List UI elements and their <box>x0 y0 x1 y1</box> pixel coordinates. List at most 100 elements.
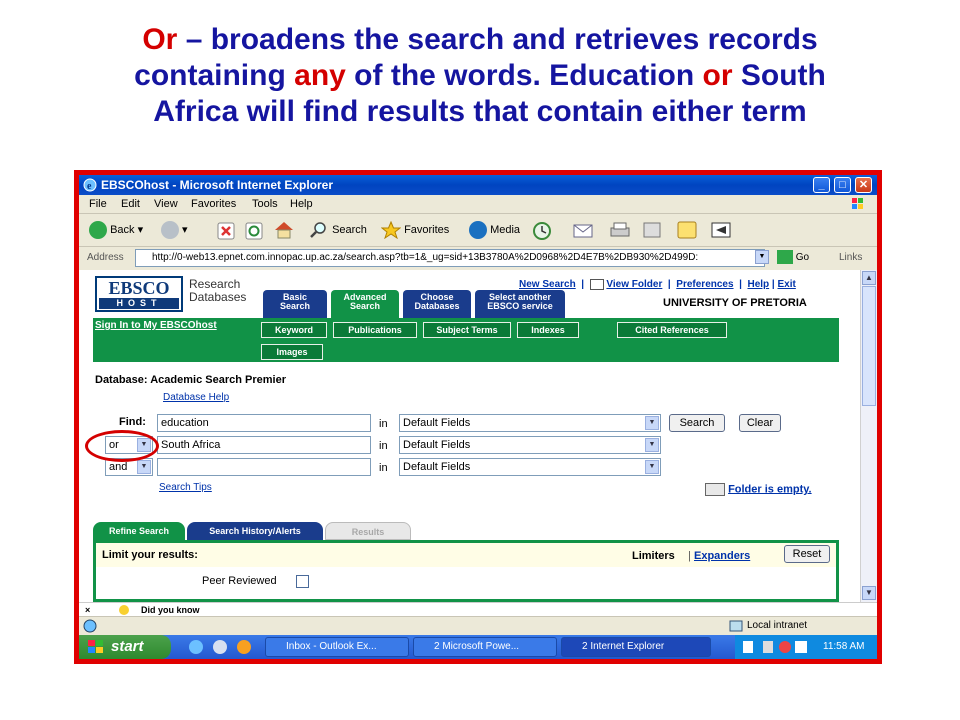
close-button[interactable]: ✕ <box>855 177 872 193</box>
signin-link[interactable]: Sign In to My EBSCOhost <box>95 320 217 331</box>
tab-basic-search[interactable]: Basic Search <box>263 290 327 318</box>
ebsco-logo[interactable]: EBSCO HOST <box>95 276 183 312</box>
status-bar: Local intranet <box>79 616 877 635</box>
tab-refine-search[interactable]: Refine Search <box>93 522 185 540</box>
field-select-1[interactable]: Default Fields ▼ <box>399 414 661 432</box>
menu-file[interactable]: File <box>89 195 107 213</box>
new-search-link[interactable]: New Search <box>519 279 576 290</box>
quicklaunch-media-icon[interactable] <box>237 640 251 654</box>
subtab-keyword[interactable]: Keyword <box>261 322 327 338</box>
tray-alert-icon[interactable] <box>779 641 791 653</box>
database-help-link[interactable]: Database Help <box>163 392 229 403</box>
stop-icon[interactable] <box>217 222 235 240</box>
forward-button[interactable]: ▾ <box>161 220 188 240</box>
scroll-down-icon[interactable]: ▼ <box>862 586 876 600</box>
view-folder-link[interactable]: View Folder <box>606 279 662 290</box>
subtab-publications[interactable]: Publications <box>333 322 417 338</box>
subtab-indexes[interactable]: Indexes <box>517 322 579 338</box>
tab-advanced-search[interactable]: Advanced Search <box>331 290 399 318</box>
field-select-2[interactable]: Default Fields ▼ <box>399 436 661 454</box>
search-term-1[interactable]: education <box>157 414 371 432</box>
home-icon[interactable] <box>273 220 295 240</box>
search-button[interactable]: Search <box>309 220 367 240</box>
back-button[interactable]: Back ▾ <box>89 220 143 240</box>
exit-link[interactable]: Exit <box>778 279 796 290</box>
menu-help[interactable]: Help <box>290 195 313 213</box>
task-outlook[interactable]: Inbox - Outlook Ex... <box>265 637 409 657</box>
subtab-subject-terms[interactable]: Subject Terms <box>423 322 511 338</box>
tab-choose-databases[interactable]: Choose Databases <box>403 290 471 318</box>
go-button[interactable]: Go <box>777 247 809 269</box>
dismiss-icon[interactable]: × <box>85 603 90 617</box>
tray-network-icon[interactable] <box>795 641 807 653</box>
refresh-icon[interactable] <box>245 222 263 240</box>
search-tips-link[interactable]: Search Tips <box>159 482 212 493</box>
quicklaunch-ie-icon[interactable] <box>189 640 203 654</box>
search-submit-button[interactable]: Search <box>669 414 725 432</box>
print-icon[interactable] <box>609 221 631 241</box>
favorites-button[interactable]: Favorites <box>380 220 449 240</box>
tab-search-history[interactable]: Search History/Alerts <box>187 522 323 540</box>
separator: | <box>688 550 691 562</box>
links-label[interactable]: Links <box>839 247 862 269</box>
preferences-link[interactable]: Preferences <box>676 279 733 290</box>
scroll-up-icon[interactable]: ▲ <box>862 271 876 285</box>
peer-reviewed-label: Peer Reviewed <box>202 575 277 587</box>
messenger-icon[interactable] <box>711 221 733 241</box>
reset-button[interactable]: Reset <box>784 545 830 563</box>
did-you-know-bar: × Did you know <box>79 602 877 617</box>
address-dropdown[interactable]: ▼ <box>755 250 769 264</box>
title-line2-c: South <box>732 59 826 92</box>
address-bar: Address http://0-web13.epnet.com.innopac… <box>79 247 877 269</box>
tab-select-service[interactable]: Select another EBSCO service <box>475 290 565 318</box>
edit-icon[interactable] <box>643 222 663 240</box>
folder-icon <box>589 279 604 290</box>
search-term-3[interactable] <box>157 458 371 476</box>
task-powerpoint[interactable]: 2 Microsoft Powe... <box>413 637 557 657</box>
taskbar: start Inbox - Outlook Ex... 2 Microsoft … <box>79 635 877 659</box>
back-arrow-icon <box>89 221 107 240</box>
discuss-icon[interactable] <box>677 221 699 241</box>
tab-advanced-l2: Search <box>349 301 381 311</box>
help-link[interactable]: Help <box>747 279 769 290</box>
minimize-button[interactable]: _ <box>813 177 830 193</box>
address-input[interactable]: http://0-web13.epnet.com.innopac.up.ac.z… <box>135 249 765 267</box>
menu-view[interactable]: View <box>154 195 178 213</box>
window-title: EBSCOhost - Microsoft Internet Explorer <box>101 178 334 192</box>
vertical-scrollbar[interactable]: ▲ ▼ <box>860 270 877 602</box>
field-select-3[interactable]: Default Fields ▼ <box>399 458 661 476</box>
menu-edit[interactable]: Edit <box>121 195 140 213</box>
task-ie-label: 2 Internet Explorer <box>582 641 665 652</box>
mail-icon[interactable] <box>573 222 599 240</box>
expanders-link[interactable]: Expanders <box>694 550 750 562</box>
clear-button[interactable]: Clear <box>739 414 781 432</box>
folder-icon <box>705 483 725 496</box>
history-icon[interactable] <box>531 221 553 241</box>
go-label: Go <box>795 252 810 263</box>
limits-panel: Limit your results: Limiters | Expanders… <box>93 540 839 602</box>
maximize-button[interactable]: □ <box>834 177 851 193</box>
top-links: New Search | View Folder | Preferences |… <box>519 279 796 291</box>
task-internet-explorer[interactable]: 2 Internet Explorer <box>561 637 711 657</box>
subtab-images[interactable]: Images <box>261 344 323 360</box>
start-button[interactable]: start <box>79 635 171 659</box>
media-button[interactable]: Media <box>469 220 520 240</box>
tray-help-icon[interactable] <box>743 641 753 653</box>
quicklaunch-outlook-icon[interactable] <box>213 640 227 654</box>
task-outlook-label: Inbox - Outlook Ex... <box>286 641 377 652</box>
search-term-2[interactable]: South Africa <box>157 436 371 454</box>
menu-favorites[interactable]: Favorites <box>191 195 236 213</box>
field-select-3-value: Default Fields <box>403 461 471 473</box>
logo-top-text: EBSCO <box>99 279 179 297</box>
folder-status[interactable]: Folder is empty. <box>705 483 812 496</box>
folder-empty-link: Folder is empty. <box>728 483 812 496</box>
menu-tools[interactable]: Tools <box>252 195 278 213</box>
subtab-cited-references[interactable]: Cited References <box>617 322 727 338</box>
scroll-thumb[interactable] <box>862 286 876 406</box>
tray-volume-icon[interactable] <box>763 641 773 653</box>
chevron-down-icon: ▼ <box>645 416 659 430</box>
tab-results[interactable]: Results <box>325 522 411 540</box>
peer-reviewed-checkbox[interactable] <box>296 575 309 588</box>
address-label: Address <box>87 252 124 263</box>
svg-text:e: e <box>87 181 92 192</box>
